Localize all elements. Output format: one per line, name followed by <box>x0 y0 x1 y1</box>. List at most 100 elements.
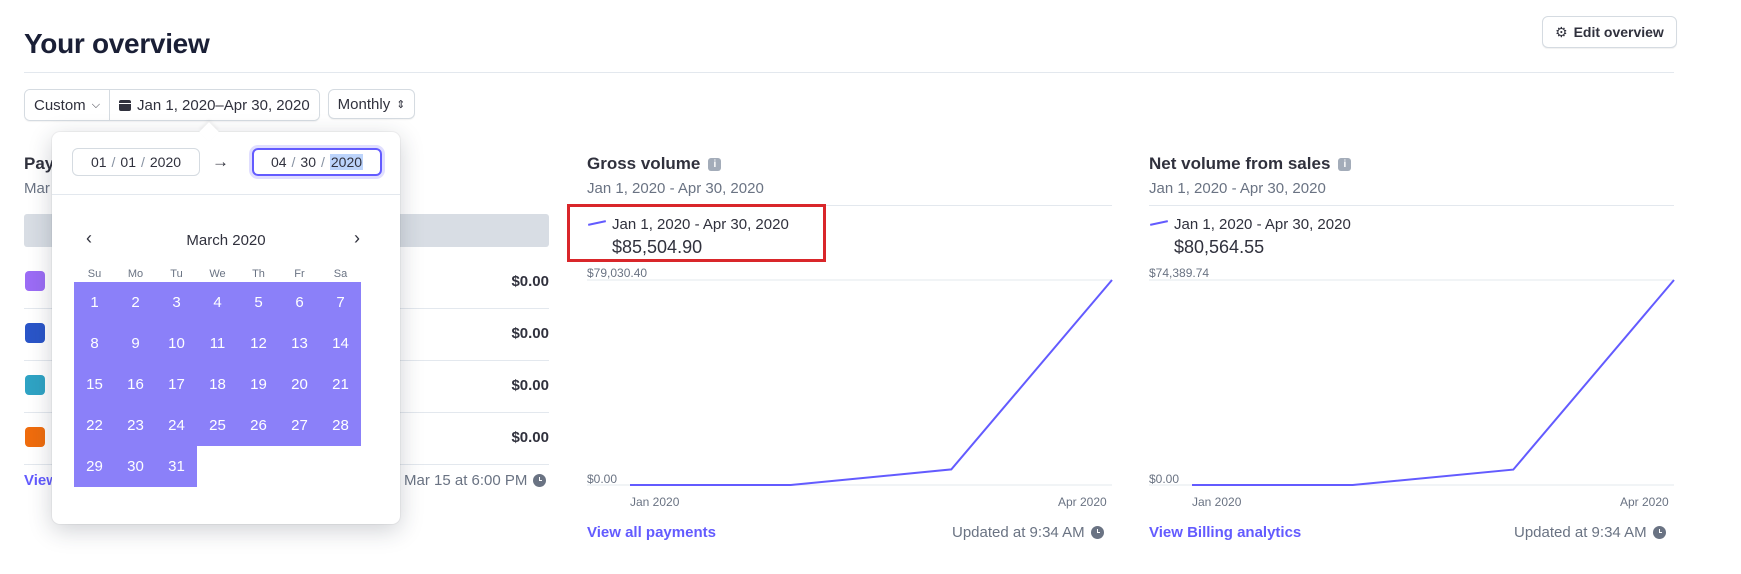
interval-select[interactable]: Monthly ⇕ <box>327 89 416 119</box>
highlight-box <box>567 204 826 262</box>
calendar-day[interactable]: 6 <box>279 282 320 323</box>
up-down-chevron-icon: ⇕ <box>396 98 406 111</box>
month-title: March 2020 <box>186 232 266 249</box>
gross-volume-title: Gross volume i <box>587 154 722 174</box>
calendar-day[interactable]: 29 <box>74 446 115 487</box>
view-billing-analytics-link[interactable]: View Billing analytics <box>1149 524 1301 541</box>
gross-volume-subtitle: Jan 1, 2020 - Apr 30, 2020 <box>587 180 764 197</box>
date-separator: / <box>321 154 325 170</box>
start-year[interactable]: 2020 <box>150 154 181 170</box>
range-preset-label: Custom <box>34 96 86 114</box>
end-date-input[interactable]: 04 / 30 / 2020 <box>252 148 382 176</box>
legend-swatch <box>1149 220 1169 226</box>
calendar-day[interactable]: 11 <box>197 323 238 364</box>
calendar-day[interactable]: 2 <box>115 282 156 323</box>
payments-updated-time: Mar 15 at 6:00 PM <box>404 472 547 489</box>
end-month[interactable]: 04 <box>271 154 287 170</box>
weekday-label: Th <box>252 268 265 280</box>
net-x-start-label: Jan 2020 <box>1192 495 1242 509</box>
next-month-icon[interactable]: › <box>354 228 360 249</box>
info-icon[interactable]: i <box>708 157 722 171</box>
header-divider <box>24 72 1674 73</box>
calendar-day[interactable]: 19 <box>238 364 279 405</box>
weekday-label: Fr <box>294 268 305 280</box>
calendar-day[interactable]: 17 <box>156 364 197 405</box>
arrow-right-icon: → <box>212 152 229 171</box>
calendar-day[interactable]: 7 <box>320 282 361 323</box>
start-month[interactable]: 01 <box>91 154 107 170</box>
payments-card-title: Pay <box>24 154 55 173</box>
net-volume-subtitle: Jan 1, 2020 - Apr 30, 2020 <box>1149 180 1326 197</box>
net-volume-title-text: Net volume from sales <box>1149 154 1331 173</box>
gross-updated-time: Updated at 9:34 AM <box>952 524 1104 541</box>
calendar-day[interactable]: 13 <box>279 323 320 364</box>
payment-amount: $0.00 <box>511 429 549 446</box>
start-date-input[interactable]: 01 / 01 / 2020 <box>72 148 200 176</box>
net-updated-time: Updated at 9:34 AM <box>1514 524 1666 541</box>
color-swatch <box>25 271 45 291</box>
color-swatch <box>25 427 45 447</box>
calendar-day[interactable]: 23 <box>115 405 156 446</box>
weekday-label: Tu <box>170 268 183 280</box>
net-x-end-label: Apr 2020 <box>1620 495 1669 509</box>
gross-x-end-label: Apr 2020 <box>1058 495 1107 509</box>
net-volume-total: $80,564.55 <box>1174 237 1265 257</box>
edit-overview-button[interactable]: ⚙ Edit overview <box>1542 16 1677 48</box>
info-icon[interactable]: i <box>1338 157 1352 171</box>
calendar-day[interactable]: 9 <box>115 323 156 364</box>
calendar-day[interactable]: 14 <box>320 323 361 364</box>
calendar-day[interactable]: 25 <box>197 405 238 446</box>
calendar-day[interactable]: 20 <box>279 364 320 405</box>
end-day[interactable]: 30 <box>300 154 316 170</box>
calendar-day[interactable]: 5 <box>238 282 279 323</box>
calendar-day[interactable]: 10 <box>156 323 197 364</box>
payment-amount: $0.00 <box>511 377 549 394</box>
calendar-day[interactable]: 12 <box>238 323 279 364</box>
chevron-down-icon: ⌵ <box>91 98 101 111</box>
date-range-label: Jan 1, 2020–Apr 30, 2020 <box>137 96 310 114</box>
net-legend-label: Jan 1, 2020 - Apr 30, 2020 <box>1174 216 1351 233</box>
calendar-day[interactable]: 4 <box>197 282 238 323</box>
gross-volume-series-line <box>630 279 1113 486</box>
calendar-day[interactable]: 8 <box>74 323 115 364</box>
date-separator: / <box>141 154 145 170</box>
gear-icon: ⚙ <box>1555 23 1568 40</box>
end-year[interactable]: 2020 <box>329 154 364 170</box>
calendar-day[interactable]: 1 <box>74 282 115 323</box>
weekday-label: Sa <box>333 268 348 280</box>
range-preset-select[interactable]: Custom ⌵ <box>25 90 110 120</box>
calendar-day[interactable]: 21 <box>320 364 361 405</box>
calendar-day[interactable]: 31 <box>156 446 197 487</box>
calendar-day[interactable]: 28 <box>320 405 361 446</box>
net-updated-text: Updated at 9:34 AM <box>1514 524 1647 541</box>
weekday-label: Mo <box>127 268 144 280</box>
gross-volume-title-text: Gross volume <box>587 154 701 173</box>
calendar-day[interactable]: 22 <box>74 405 115 446</box>
date-range-button[interactable]: Jan 1, 2020–Apr 30, 2020 <box>109 90 319 120</box>
calendar-day[interactable]: 24 <box>156 405 197 446</box>
start-day[interactable]: 01 <box>120 154 136 170</box>
calendar-day[interactable]: 30 <box>115 446 156 487</box>
calendar-day[interactable]: 16 <box>115 364 156 405</box>
weekday-label: We <box>209 268 226 280</box>
net-volume-title: Net volume from sales i <box>1149 154 1352 174</box>
view-all-payments-link[interactable]: View all payments <box>587 524 716 541</box>
calendar-day[interactable]: 18 <box>197 364 238 405</box>
date-filter-group: Custom ⌵ Jan 1, 2020–Apr 30, 2020 <box>24 89 320 121</box>
gross-volume-chart <box>587 279 1113 486</box>
calendar-day[interactable]: 15 <box>74 364 115 405</box>
net-volume-chart <box>1149 279 1675 486</box>
clock-icon <box>533 474 547 487</box>
payments-updated-text: Mar 15 at 6:00 PM <box>404 472 528 489</box>
calendar-icon <box>119 100 132 111</box>
net-volume-series-line <box>1192 279 1675 486</box>
date-separator: / <box>291 154 296 170</box>
calendar-day[interactable]: 3 <box>156 282 197 323</box>
calendar-day[interactable]: 26 <box>238 405 279 446</box>
calendar-day[interactable]: 27 <box>279 405 320 446</box>
payment-amount: $0.00 <box>511 325 549 342</box>
color-swatch <box>25 323 45 343</box>
filter-bar: Custom ⌵ Jan 1, 2020–Apr 30, 2020 Monthl… <box>24 89 416 121</box>
clock-icon <box>1652 526 1666 539</box>
edit-overview-label: Edit overview <box>1573 24 1664 40</box>
